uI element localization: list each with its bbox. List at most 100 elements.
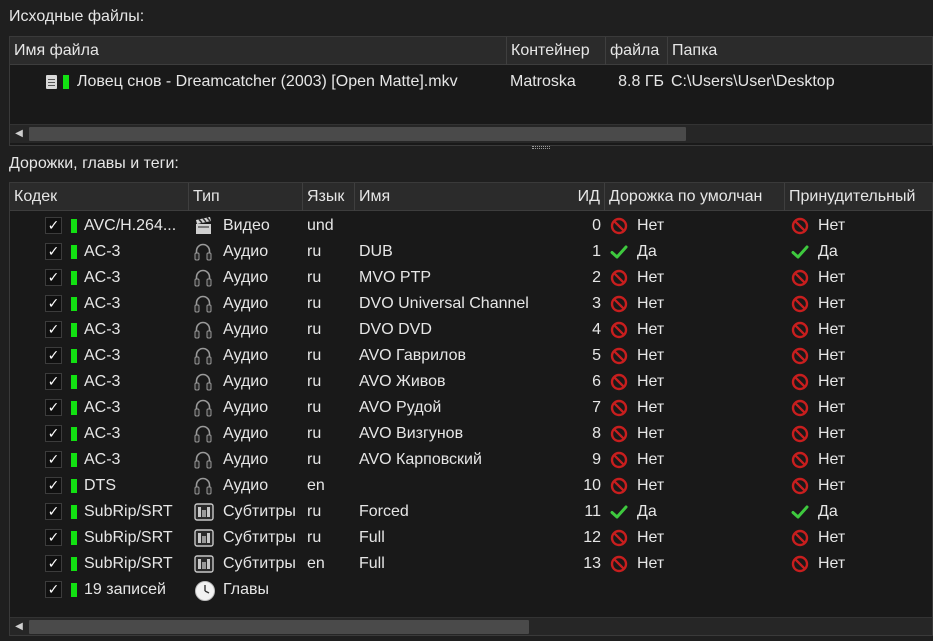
track-row[interactable]: ✓ SubRip/SRT Субтитры ru Full 12 Нет Нет: [10, 525, 932, 551]
no-icon: [791, 269, 809, 287]
headphones-icon: [194, 424, 216, 446]
track-enable-checkbox[interactable]: ✓: [45, 581, 62, 598]
track-row[interactable]: ✓ DTS Аудио en 10 Нет Нет: [10, 473, 932, 499]
enabled-marker: [71, 453, 77, 467]
track-enable-checkbox[interactable]: ✓: [45, 529, 62, 546]
enabled-marker: [71, 401, 77, 415]
track-default-flag: Нет: [637, 373, 665, 390]
enabled-marker: [71, 297, 77, 311]
enabled-marker: [71, 375, 77, 389]
column-header-type[interactable]: Тип: [189, 183, 303, 211]
headphones-icon: [194, 450, 216, 472]
track-default-flag: Нет: [637, 269, 665, 286]
track-row[interactable]: ✓ 19 записей Главы: [10, 577, 932, 603]
track-codec: SubRip/SRT: [84, 555, 173, 572]
tracks-table[interactable]: Кодек Тип Язык Имя ИД Дорожка по умолчан…: [9, 182, 933, 636]
track-enable-checkbox[interactable]: ✓: [45, 295, 62, 312]
track-language: [307, 577, 355, 603]
track-name: AVO Живов: [359, 373, 446, 390]
track-language: ru: [307, 529, 322, 546]
track-id: 4: [592, 321, 601, 338]
track-codec: AC-3: [84, 269, 121, 286]
track-row[interactable]: ✓ AC-3 Аудио ru AVO Живов 6 Нет Нет: [10, 369, 932, 395]
tracks-scroll-thumb[interactable]: [29, 620, 529, 634]
enabled-marker: [71, 583, 77, 597]
column-header-default-track[interactable]: Дорожка по умолчан: [605, 183, 785, 211]
track-enable-checkbox[interactable]: ✓: [45, 217, 62, 234]
track-row[interactable]: ✓ AVC/H.264... Видео und 0 Нет Нет: [10, 213, 932, 239]
column-header-forced[interactable]: Принудительный: [785, 183, 932, 211]
track-enable-checkbox[interactable]: ✓: [45, 243, 62, 260]
column-header-codec[interactable]: Кодек: [10, 183, 189, 211]
track-language: ru: [307, 321, 322, 338]
track-row[interactable]: ✓ AC-3 Аудио ru DUB 1 Да Да: [10, 239, 932, 265]
track-forced-flag: Нет: [818, 321, 846, 338]
scroll-left-icon[interactable]: ◀: [10, 125, 28, 143]
track-enable-checkbox[interactable]: ✓: [45, 373, 62, 390]
subtitles-icon: [194, 554, 216, 576]
source-files-scroll-thumb[interactable]: [29, 127, 686, 141]
track-default-flag: Нет: [637, 477, 665, 494]
no-icon: [610, 477, 628, 495]
file-row[interactable]: Ловец снов - Dreamcatcher (2003) [Open M…: [10, 69, 932, 95]
track-name: [359, 473, 549, 499]
no-icon: [791, 217, 809, 235]
file-folder: C:\Users\User\Desktop: [671, 73, 835, 90]
no-icon: [791, 399, 809, 417]
track-forced-flag: Да: [818, 243, 838, 260]
track-row[interactable]: ✓ AC-3 Аудио ru DVO Universal Channel 3 Нет Нет: [10, 291, 932, 317]
track-enable-checkbox[interactable]: ✓: [45, 347, 62, 364]
source-files-header: Имя файла Контейнер файла Папка: [10, 37, 932, 65]
panel-splitter-handle[interactable]: [532, 146, 550, 149]
track-language: en: [307, 555, 325, 572]
track-row[interactable]: ✓ AC-3 Аудио ru AVO Карповский 9 Нет Нет: [10, 447, 932, 473]
track-default-flag: Нет: [637, 295, 665, 312]
column-header-filename[interactable]: Имя файла: [10, 37, 507, 65]
headphones-icon: [194, 346, 216, 368]
track-row[interactable]: ✓ AC-3 Аудио ru DVO DVD 4 Нет Нет: [10, 317, 932, 343]
column-header-language[interactable]: Язык: [303, 183, 355, 211]
track-language: ru: [307, 269, 322, 286]
tracks-hscrollbar[interactable]: ◀: [10, 617, 932, 635]
track-enable-checkbox[interactable]: ✓: [45, 425, 62, 442]
headphones-icon: [194, 398, 216, 420]
enabled-marker: [71, 219, 77, 233]
track-row[interactable]: ✓ AC-3 Аудио ru AVO Гаврилов 5 Нет Нет: [10, 343, 932, 369]
column-header-id[interactable]: ИД: [543, 183, 605, 211]
column-header-container[interactable]: Контейнер: [507, 37, 606, 65]
source-files-hscrollbar[interactable]: ◀: [10, 124, 932, 143]
file-container: Matroska: [510, 73, 576, 90]
headphones-icon: [194, 476, 216, 498]
track-default-flag: Нет: [637, 529, 665, 546]
enabled-marker: [71, 271, 77, 285]
track-language: ru: [307, 295, 322, 312]
track-row[interactable]: ✓ AC-3 Аудио ru AVO Визгунов 8 Нет Нет: [10, 421, 932, 447]
column-header-filesize[interactable]: файла: [606, 37, 668, 65]
track-forced-flag: Да: [818, 503, 838, 520]
track-enable-checkbox[interactable]: ✓: [45, 321, 62, 338]
source-files-table[interactable]: Имя файла Контейнер файла Папка Ловец сн…: [9, 36, 933, 146]
track-enable-checkbox[interactable]: ✓: [45, 399, 62, 416]
track-default-flag: [637, 577, 777, 603]
enabled-marker: [71, 245, 77, 259]
track-enable-checkbox[interactable]: ✓: [45, 269, 62, 286]
track-name: DVO DVD: [359, 321, 432, 338]
track-row[interactable]: ✓ SubRip/SRT Субтитры ru Forced 11 Да Да: [10, 499, 932, 525]
track-id: 1: [592, 243, 601, 260]
column-header-folder[interactable]: Папка: [668, 37, 932, 65]
scroll-left-icon[interactable]: ◀: [10, 618, 28, 635]
track-id: 10: [583, 477, 601, 494]
track-default-flag: Да: [637, 503, 657, 520]
track-language: ru: [307, 451, 322, 468]
track-enable-checkbox[interactable]: ✓: [45, 451, 62, 468]
track-row[interactable]: ✓ AC-3 Аудио ru AVO Рудой 7 Нет Нет: [10, 395, 932, 421]
track-type: Аудио: [223, 321, 269, 338]
track-row[interactable]: ✓ SubRip/SRT Субтитры en Full 13 Нет Нет: [10, 551, 932, 577]
track-enable-checkbox[interactable]: ✓: [45, 477, 62, 494]
track-row[interactable]: ✓ AC-3 Аудио ru MVO PTP 2 Нет Нет: [10, 265, 932, 291]
track-forced-flag: Нет: [818, 477, 846, 494]
track-enable-checkbox[interactable]: ✓: [45, 555, 62, 572]
track-type: Аудио: [223, 243, 269, 260]
track-language: ru: [307, 373, 322, 390]
track-enable-checkbox[interactable]: ✓: [45, 503, 62, 520]
